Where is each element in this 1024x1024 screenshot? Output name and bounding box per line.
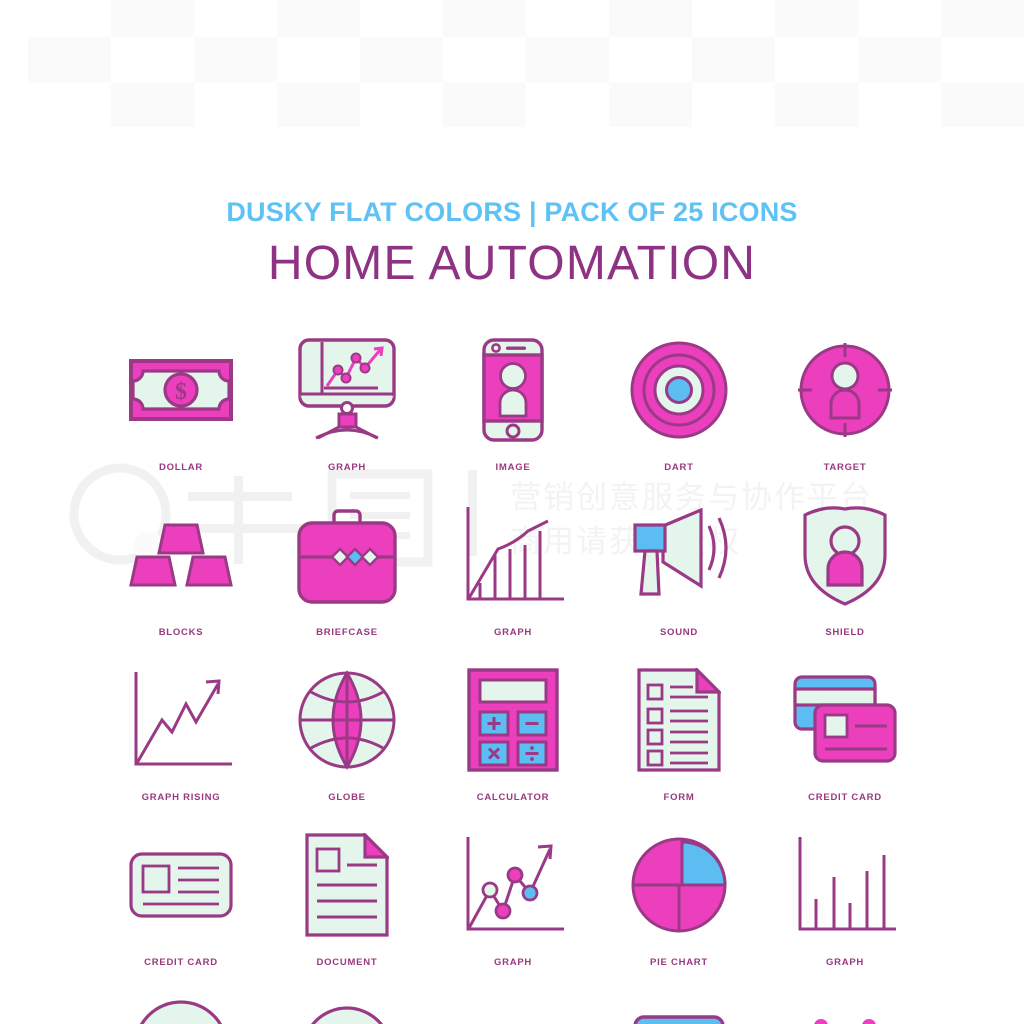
icon-row-partial [98,996,928,1024]
icon-caption: BRIEFCASE [316,627,378,638]
icon-cell-graph-monitor[interactable]: GRAPH [264,336,430,501]
icon-cell-graph-bars[interactable]: GRAPH [762,831,928,996]
icon-caption: DOLLAR [158,462,204,473]
icon-cell-graph-area[interactable]: GRAPH [430,501,596,666]
icon-caption: GLOBE [328,792,366,803]
page-title: HOME AUTOMATION [267,237,757,291]
checker-square [609,0,692,37]
icon-caption: GRAPH RISING [141,792,221,803]
icon-cell-sound[interactable]: SOUND [596,501,762,666]
checker-square [941,82,1024,127]
circle-top-partial-icon [126,996,236,1024]
phone-profile-icon [458,336,568,444]
checker-square [277,0,360,37]
page-header: DUSKY FLAT COLORS | PACK OF 25 ICONS HOM… [0,198,1024,292]
icon-caption: GRAPH [493,627,533,638]
gold-blocks-icon [126,501,236,609]
icon-caption: DOCUMENT [316,957,378,968]
icon-cell-partial[interactable] [98,996,264,1024]
icon-cell-partial[interactable] [264,996,430,1024]
icon-cell-blocks[interactable]: BLOCKS [98,501,264,666]
checker-square [443,0,526,37]
icon-cell-dart[interactable]: DART [596,336,762,501]
icon-row: BLOCKS BRIEFCASE GRAPH SOUND SHIELD [98,501,928,666]
checker-square [277,82,360,127]
checker-square [775,0,858,37]
checker-square [194,37,277,82]
icon-row: CREDIT CARD DOCUMENT GRAPH PIE CHART GRA… [98,831,928,996]
calculator-icon [458,666,568,774]
pie-chart-icon [624,831,734,939]
icon-caption: TARGET [823,462,867,473]
icon-cell-calculator[interactable]: CALCULATOR [430,666,596,831]
icon-caption: SHIELD [825,627,865,638]
dartboard-icon [624,336,734,444]
icon-grid: $ DOLLAR GRAPH IMAGE DART TARGET BLOCKS … [98,336,928,1024]
blank-partial [458,996,568,1024]
icon-cell-credit-card-single[interactable]: CREDIT CARD [98,831,264,996]
checker-square [360,37,443,82]
shield-person-icon [790,501,900,609]
icon-caption: GRAPH [825,957,865,968]
briefcase-icon [292,501,402,609]
form-checklist-icon [624,666,734,774]
svg-text:$: $ [175,379,187,405]
two-credit-cards-icon [790,666,900,774]
icon-caption: CREDIT CARD [808,792,882,803]
pack-subtitle: DUSKY FLAT COLORS | PACK OF 25 ICONS [226,197,798,227]
icon-cell-partial[interactable] [430,996,596,1024]
icon-cell-dollar[interactable]: $ DOLLAR [98,336,264,501]
checker-square [941,0,1024,37]
icon-row: $ DOLLAR GRAPH IMAGE DART TARGET [98,336,928,501]
globe-icon [292,666,402,774]
checker-square [692,37,775,82]
icon-caption: CALCULATOR [476,792,550,803]
icon-cell-image[interactable]: IMAGE [430,336,596,501]
icon-caption: GRAPH [493,957,533,968]
icon-cell-shield[interactable]: SHIELD [762,501,928,666]
dollar-bill-icon: $ [126,336,236,444]
checker-square [526,37,609,82]
area-bar-graph-icon [458,501,568,609]
icon-caption: SOUND [659,627,699,638]
person-target-icon [790,336,900,444]
icon-cell-pie-chart[interactable]: PIE CHART [596,831,762,996]
scatter-line-graph-icon [458,831,568,939]
bar-graph-icon [790,831,900,939]
transparency-checkerboard [0,0,1024,150]
checker-square [609,82,692,127]
icon-caption: PIE CHART [650,957,708,968]
checker-square [28,37,111,82]
icon-cell-graph-rising[interactable]: GRAPH RISING [98,666,264,831]
icon-caption: BLOCKS [158,627,204,638]
checker-square [858,37,941,82]
icon-caption: CREDIT CARD [144,957,218,968]
monitor-graph-icon [292,336,402,444]
two-dots-partial-icon [790,996,900,1024]
icon-cell-target[interactable]: TARGET [762,336,928,501]
checker-square [775,82,858,127]
blue-rounded-top-partial-icon [624,996,734,1024]
icon-caption: GRAPH [327,462,367,473]
circle-top-partial-icon [292,996,402,1024]
checker-square [443,82,526,127]
icon-cell-briefcase[interactable]: BRIEFCASE [264,501,430,666]
icon-caption: IMAGE [495,462,531,473]
icon-cell-form[interactable]: FORM [596,666,762,831]
single-credit-card-icon [126,831,236,939]
document-icon [292,831,402,939]
icon-cell-document[interactable]: DOCUMENT [264,831,430,996]
rising-arrow-graph-icon [126,666,236,774]
icon-caption: DART [664,462,694,473]
icon-row: GRAPH RISING GLOBE CALCULATOR FORM CREDI… [98,666,928,831]
icon-caption: FORM [663,792,695,803]
icon-cell-credit-card-pair[interactable]: CREDIT CARD [762,666,928,831]
icon-cell-partial[interactable] [596,996,762,1024]
icon-cell-graph-scatter[interactable]: GRAPH [430,831,596,996]
icon-cell-globe[interactable]: GLOBE [264,666,430,831]
icon-cell-partial[interactable] [762,996,928,1024]
megaphone-icon [624,501,734,609]
checker-square [111,82,194,127]
checker-square [111,0,194,37]
